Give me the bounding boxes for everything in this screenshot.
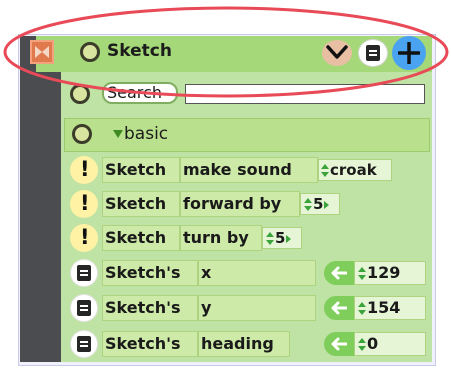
search-input[interactable]: [185, 84, 425, 104]
block-command-make-sound[interactable]: make sound: [180, 157, 318, 183]
block-object-tile[interactable]: Sketch: [102, 191, 180, 217]
getter-assign-handle[interactable]: [324, 332, 354, 356]
command-do-it-button[interactable]: !: [70, 190, 98, 218]
collapse-icon: [35, 46, 42, 58]
property-value-y[interactable]: 154: [354, 296, 426, 320]
category-halo-icon[interactable]: [72, 124, 92, 144]
property-menu-button[interactable]: [70, 330, 98, 358]
collapse-viewer-button[interactable]: [30, 40, 54, 64]
exclamation-icon: !: [80, 225, 90, 249]
arrow-right-icon[interactable]: [324, 200, 330, 209]
viewer-title: Sketch: [107, 41, 172, 61]
arrow-left-icon: [331, 337, 347, 351]
property-value-heading[interactable]: 0: [354, 332, 426, 356]
arrow-right-icon[interactable]: [286, 234, 292, 243]
block-object-tile[interactable]: Sketch: [102, 157, 180, 183]
exclamation-icon: !: [80, 157, 90, 181]
arrow-left-icon: [331, 266, 347, 280]
property-list-icon: [77, 265, 91, 281]
property-menu-button[interactable]: [70, 294, 98, 322]
menu-list-icon: [366, 45, 380, 61]
property-menu-button[interactable]: [70, 259, 98, 287]
property-owner-tile[interactable]: Sketch's: [102, 295, 198, 321]
viewer-menu-button[interactable]: [358, 39, 388, 67]
sound-value: croak: [330, 161, 377, 179]
getter-assign-handle[interactable]: [324, 296, 354, 320]
chevron-down-icon: [326, 45, 348, 59]
property-name-heading[interactable]: heading: [198, 331, 290, 357]
arrow-left-icon: [331, 301, 347, 315]
property-value-x[interactable]: 129: [354, 261, 426, 285]
block-command-forward-by[interactable]: forward by: [180, 191, 300, 217]
plus-icon: [398, 42, 420, 64]
property-name-y[interactable]: y: [198, 295, 316, 321]
property-list-icon: [77, 300, 91, 316]
forward-value-slot[interactable]: 5: [300, 193, 340, 215]
block-object-tile[interactable]: Sketch: [102, 225, 180, 251]
command-do-it-button[interactable]: !: [70, 156, 98, 184]
getter-assign-handle[interactable]: [324, 261, 354, 285]
property-name-x[interactable]: x: [198, 260, 316, 286]
sound-value-slot[interactable]: croak: [318, 159, 392, 181]
object-halo-icon[interactable]: [80, 42, 100, 62]
search-label: Search: [102, 82, 178, 104]
turn-value-slot[interactable]: 5: [262, 227, 302, 249]
forward-value: 5: [313, 195, 324, 213]
viewer-menu-chevron-button[interactable]: [322, 40, 352, 66]
property-list-icon: [77, 336, 91, 352]
category-label: basic: [124, 124, 169, 144]
search-halo-icon[interactable]: [70, 84, 90, 104]
add-category-button[interactable]: [392, 36, 426, 70]
exclamation-icon: !: [80, 191, 90, 215]
property-owner-tile[interactable]: Sketch's: [102, 331, 198, 357]
disclosure-triangle-icon[interactable]: [113, 130, 123, 138]
viewer-left-bar: [20, 36, 61, 362]
block-command-turn-by[interactable]: turn by: [180, 225, 262, 251]
command-do-it-button[interactable]: !: [70, 224, 98, 252]
turn-value: 5: [275, 229, 286, 247]
property-owner-tile[interactable]: Sketch's: [102, 260, 198, 286]
